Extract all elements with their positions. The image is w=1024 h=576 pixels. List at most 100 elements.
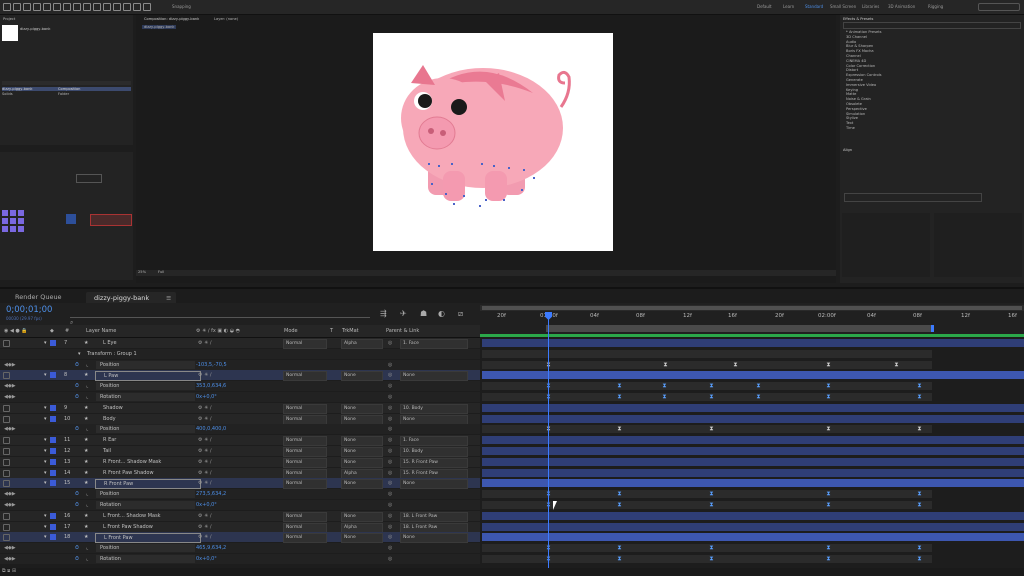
- mode-dropdown[interactable]: Normal: [283, 414, 327, 425]
- parent-dropdown[interactable]: 1. Face: [400, 436, 468, 447]
- expand-arrow-icon[interactable]: ▾: [44, 478, 47, 488]
- keyframe-icon[interactable]: ⧗: [826, 545, 831, 551]
- layer-search-field[interactable]: ⌕: [70, 309, 370, 326]
- layer-track[interactable]: ⧗⧗⧗⧗⧗: [482, 489, 1024, 499]
- motion-blur-icon[interactable]: ◐: [438, 309, 445, 318]
- mode-dropdown[interactable]: Normal: [283, 522, 327, 533]
- render-queue-tab[interactable]: Render Queue: [15, 293, 62, 301]
- trkmat-dropdown[interactable]: Alpha: [341, 522, 383, 533]
- property-value[interactable]: 0x+0,0°: [196, 554, 217, 564]
- keyframe-nav-icon[interactable]: ◀◆▶: [4, 392, 16, 402]
- mode-dropdown[interactable]: Normal: [283, 447, 327, 457]
- zoom-level[interactable]: 25%: [138, 270, 146, 274]
- stopwatch-icon[interactable]: ⏱: [75, 489, 79, 499]
- mode-dropdown[interactable]: Normal: [283, 533, 327, 544]
- layer-name[interactable]: L Eye: [95, 339, 199, 347]
- layer-track[interactable]: [482, 435, 1024, 445]
- stopwatch-icon[interactable]: ⏱: [75, 500, 79, 510]
- layer-name[interactable]: L Paw: [95, 371, 201, 382]
- swatch-red-button[interactable]: [90, 214, 132, 226]
- layer-switches-icons[interactable]: ⚙ ✳ ∕: [198, 446, 212, 456]
- layer-duration-bar[interactable]: [482, 468, 1024, 477]
- keyframe-icon[interactable]: ⧗: [709, 545, 714, 551]
- pickwhip-icon[interactable]: ◎: [388, 403, 392, 413]
- selection-tool-icon[interactable]: [13, 3, 21, 11]
- expand-arrow-icon[interactable]: ▾: [44, 522, 47, 532]
- expand-arrow-icon[interactable]: ▾: [78, 349, 81, 359]
- stopwatch-icon[interactable]: ⏱: [75, 424, 79, 434]
- layer-duration-bar[interactable]: [482, 457, 1024, 466]
- keyframe-nav-icon[interactable]: ◀◆▶: [4, 381, 16, 391]
- keyframe-icon[interactable]: ⧗: [756, 394, 761, 400]
- layer-switches-icons[interactable]: ⚙ ✳ ∕: [198, 457, 212, 467]
- keyframe-icon[interactable]: ⧗: [663, 361, 668, 368]
- home-icon[interactable]: [3, 3, 11, 11]
- layer-track[interactable]: [482, 522, 1024, 532]
- layer-duration-bar[interactable]: [482, 371, 1024, 380]
- keyframe-icon[interactable]: ⧗: [917, 545, 922, 551]
- keyframe-icon[interactable]: ⧗: [617, 426, 622, 432]
- trkmat-dropdown[interactable]: None: [341, 447, 383, 457]
- keyframe-icon[interactable]: ⧗: [709, 426, 714, 432]
- graph-icon[interactable]: ⌞: [86, 424, 88, 434]
- workspace-libraries[interactable]: Libraries: [862, 4, 879, 9]
- layer-switches-icons[interactable]: ⚙ ✳ ∕: [198, 478, 212, 488]
- stopwatch-icon[interactable]: ⏱: [75, 392, 79, 402]
- camera-tool-icon[interactable]: [53, 3, 61, 11]
- property-value[interactable]: 353,0,634,6: [196, 381, 226, 391]
- visibility-eye-icon[interactable]: [3, 480, 10, 488]
- pickwhip-icon[interactable]: ◎: [388, 424, 392, 434]
- pickwhip-icon[interactable]: ◎: [388, 446, 392, 456]
- work-area-bar[interactable]: [546, 325, 934, 332]
- workspace-standard[interactable]: Standard: [805, 4, 823, 9]
- rotate-tool-icon[interactable]: [43, 3, 51, 11]
- keyframe-icon[interactable]: ⧗: [917, 394, 922, 400]
- project-item-comp[interactable]: dizzy-piggy-bank Composition: [2, 87, 131, 91]
- keyframe-icon[interactable]: ⧗: [662, 383, 667, 389]
- workspace-small-screen[interactable]: Small Screen: [830, 4, 856, 9]
- zoom-tool-icon[interactable]: [33, 3, 41, 11]
- label-color-chip[interactable]: [50, 469, 56, 476]
- label-color-chip[interactable]: [50, 415, 56, 422]
- property-row[interactable]: ◀◆▶ ⏱ ⌞ Position 400,0,400,0 ◎: [0, 424, 480, 435]
- layer-duration-bar[interactable]: [482, 403, 1024, 412]
- property-row[interactable]: ◀◆▶ ⏱ ⌞ Rotation 0x+0,0° ◎: [0, 392, 480, 402]
- layer-track[interactable]: [482, 511, 1024, 521]
- expand-arrow-icon[interactable]: ▾: [44, 511, 47, 521]
- property-value[interactable]: 465,9,634,2: [196, 543, 226, 553]
- visibility-eye-icon[interactable]: [3, 523, 10, 531]
- keyframe-nav-icon[interactable]: ◀◆▶: [4, 554, 16, 564]
- eraser-tool-icon[interactable]: [123, 3, 131, 11]
- layer-name[interactable]: R Ear: [95, 436, 199, 444]
- trkmat-dropdown[interactable]: None: [341, 479, 383, 490]
- property-row[interactable]: ◀◆▶ ⏱ ⌞ Position 353,0,634,6 ◎: [0, 381, 480, 392]
- keyframe-icon[interactable]: ⧗: [733, 361, 738, 368]
- layer-row[interactable]: ▾ 13 ★ R Front... Shadow Mask ⚙ ✳ ∕ Normal Non…: [0, 456, 480, 468]
- label-color-chip[interactable]: [50, 480, 56, 487]
- layer-name[interactable]: R Front Paw: [95, 479, 201, 490]
- layer-switches-icons[interactable]: ⚙ ✳ ∕: [198, 414, 212, 424]
- layer-track[interactable]: ⧗⧗⧗⧗⧗⧗⧗: [482, 392, 1024, 402]
- clone-tool-icon[interactable]: [113, 3, 121, 11]
- layer-name[interactable]: Shadow: [95, 404, 199, 412]
- mode-dropdown[interactable]: Normal: [283, 371, 327, 382]
- pickwhip-icon[interactable]: ◎: [388, 478, 392, 488]
- puppet-tool-icon[interactable]: [143, 3, 151, 11]
- trkmat-dropdown[interactable]: Alpha: [341, 468, 383, 479]
- tab-menu-icon[interactable]: ≡: [166, 294, 171, 302]
- expand-arrow-icon[interactable]: ▾: [44, 435, 47, 445]
- pickwhip-icon[interactable]: ◎: [388, 435, 392, 445]
- layer-duration-bar[interactable]: [482, 436, 1024, 445]
- layer-switches-icons[interactable]: ⚙ ✳ ∕: [198, 338, 212, 348]
- layer-track[interactable]: ⧗⧗⧗⧗⧗⧗⧗: [482, 381, 1024, 391]
- graph-icon[interactable]: ⌞: [86, 543, 88, 553]
- mode-dropdown[interactable]: Normal: [283, 457, 327, 468]
- layer-name[interactable]: Body: [95, 415, 199, 423]
- keyframe-icon[interactable]: ⧗: [826, 491, 831, 497]
- comp-breadcrumb[interactable]: dizzy-piggy-bank: [142, 25, 177, 29]
- layer-track[interactable]: [482, 478, 1024, 488]
- layer-row[interactable]: ▾ 14 ★ R Front Paw Shadow ⚙ ✳ ∕ Normal Alpha ◎ 1…: [0, 467, 480, 479]
- keyframe-icon[interactable]: ⧗: [709, 383, 714, 389]
- visibility-eye-icon[interactable]: [3, 372, 10, 380]
- label-color-chip[interactable]: [50, 448, 56, 454]
